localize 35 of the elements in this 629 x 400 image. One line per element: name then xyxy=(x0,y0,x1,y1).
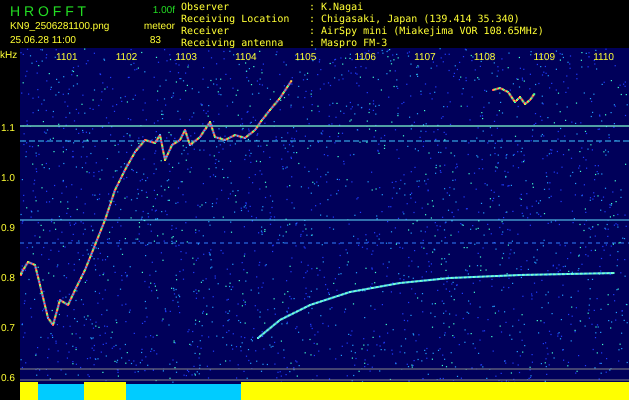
app-title: H R O F F T xyxy=(10,4,86,18)
time-label: 1110 xyxy=(592,52,615,64)
filename-label: KN9_2506281100.png xyxy=(10,21,110,32)
version-label: 1.00f xyxy=(152,5,175,17)
count-value: 83 xyxy=(150,35,161,46)
time-label: 1104 xyxy=(234,52,258,64)
info-label: Receiving antenna xyxy=(181,38,284,50)
time-label: 1106 xyxy=(353,52,377,64)
time-label: 1109 xyxy=(532,52,556,64)
axis-label: 0.8 xyxy=(1,273,15,285)
time-label: 1107 xyxy=(413,52,437,64)
info-separator: : xyxy=(309,38,316,50)
info-label: Receiving Location xyxy=(181,14,290,26)
axis-label: 1.0 xyxy=(1,173,15,185)
time-label: 1105 xyxy=(294,52,318,64)
info-value: K.Nagai xyxy=(321,2,364,14)
axis-label: 0.6 xyxy=(1,373,15,385)
info-label: Observer xyxy=(181,2,230,14)
time-label: 1101 xyxy=(55,52,79,64)
info-label: Receiver xyxy=(181,26,230,38)
info-separator: : xyxy=(309,14,316,26)
info-separator: : xyxy=(309,26,316,38)
axis-label: 0.9 xyxy=(1,223,15,235)
time-label: 1108 xyxy=(472,52,496,64)
axis-label: 0.7 xyxy=(1,323,15,335)
axis-unit: kHz xyxy=(0,50,18,62)
info-separator: : xyxy=(309,2,316,14)
info-value: Maspro FM-3 xyxy=(321,38,388,50)
info-value: AirSpy mini (Miakejima VOR 108.65MHz) xyxy=(321,26,544,38)
time-label: 1102 xyxy=(114,52,138,64)
count-label: meteor xyxy=(144,21,175,32)
info-value: Chigasaki, Japan (139.414 35.340) xyxy=(321,14,520,26)
timestamp-label: 25.06.28 11:00 xyxy=(10,35,76,46)
axis-label: 1.1 xyxy=(1,123,15,135)
time-label: 1103 xyxy=(174,52,198,64)
